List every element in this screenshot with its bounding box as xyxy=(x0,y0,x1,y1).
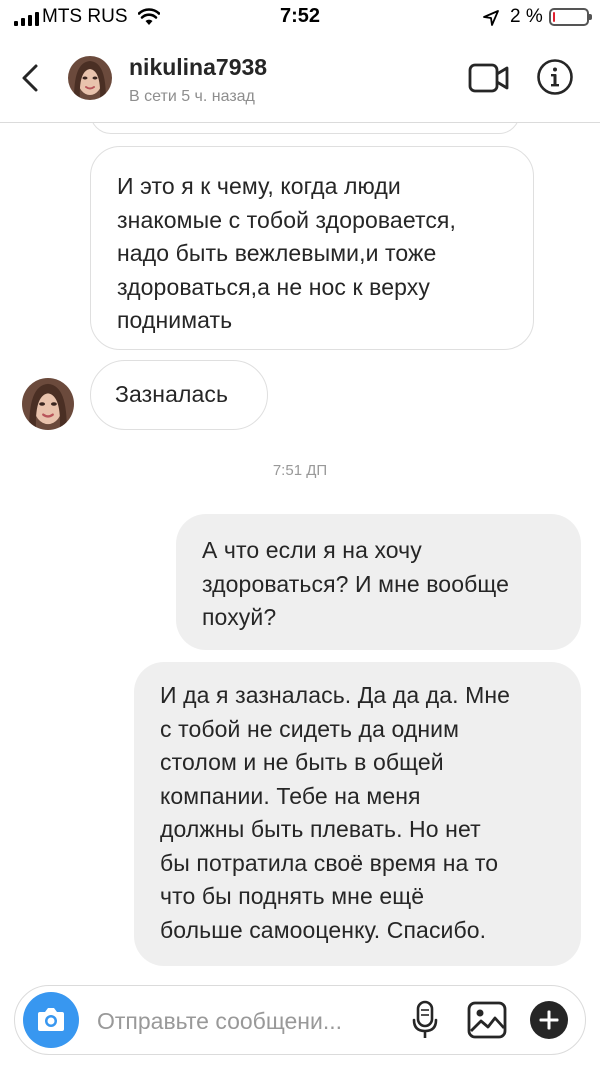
chat-header: nikulina7938 В сети 5 ч. назад xyxy=(0,36,600,123)
outgoing-message[interactable]: А что если я на хочу здороваться? И мне … xyxy=(176,514,581,650)
chat-username[interactable]: nikulina7938 xyxy=(129,54,267,81)
battery-percent: 2 % xyxy=(510,6,543,27)
message-timestamp: 7:51 ДП xyxy=(272,462,328,479)
video-camera-icon[interactable] xyxy=(468,62,510,94)
camera-icon xyxy=(38,1008,64,1031)
outgoing-message[interactable]: И да я зазналась. Да да да. Мне с тобой … xyxy=(134,662,581,966)
status-bar: MTS RUS 7:52 2 % xyxy=(0,0,600,36)
message-input[interactable] xyxy=(95,1002,389,1040)
back-icon[interactable] xyxy=(14,58,50,98)
dm-thread-screen: MTS RUS 7:52 2 % nikulina7938 В сети 5 ч… xyxy=(0,0,600,1066)
info-icon[interactable] xyxy=(536,58,574,96)
last-seen-status: В сети 5 ч. назад xyxy=(129,88,255,105)
message-thread[interactable]: И это я к чему, когда люди знакомые с то… xyxy=(0,122,600,982)
plus-icon[interactable] xyxy=(529,1000,569,1040)
camera-button[interactable] xyxy=(23,992,79,1048)
incoming-message[interactable]: И это я к чему, когда люди знакомые с то… xyxy=(90,146,534,350)
previous-message-bubble xyxy=(90,122,520,134)
location-arrow-icon xyxy=(483,10,499,26)
sender-avatar[interactable] xyxy=(22,378,74,430)
message-composer xyxy=(14,985,586,1055)
microphone-icon[interactable] xyxy=(411,1000,439,1040)
incoming-message[interactable]: Зазналась xyxy=(90,360,268,430)
avatar[interactable] xyxy=(68,56,112,100)
gallery-icon[interactable] xyxy=(467,1001,507,1039)
battery-icon xyxy=(549,8,592,26)
